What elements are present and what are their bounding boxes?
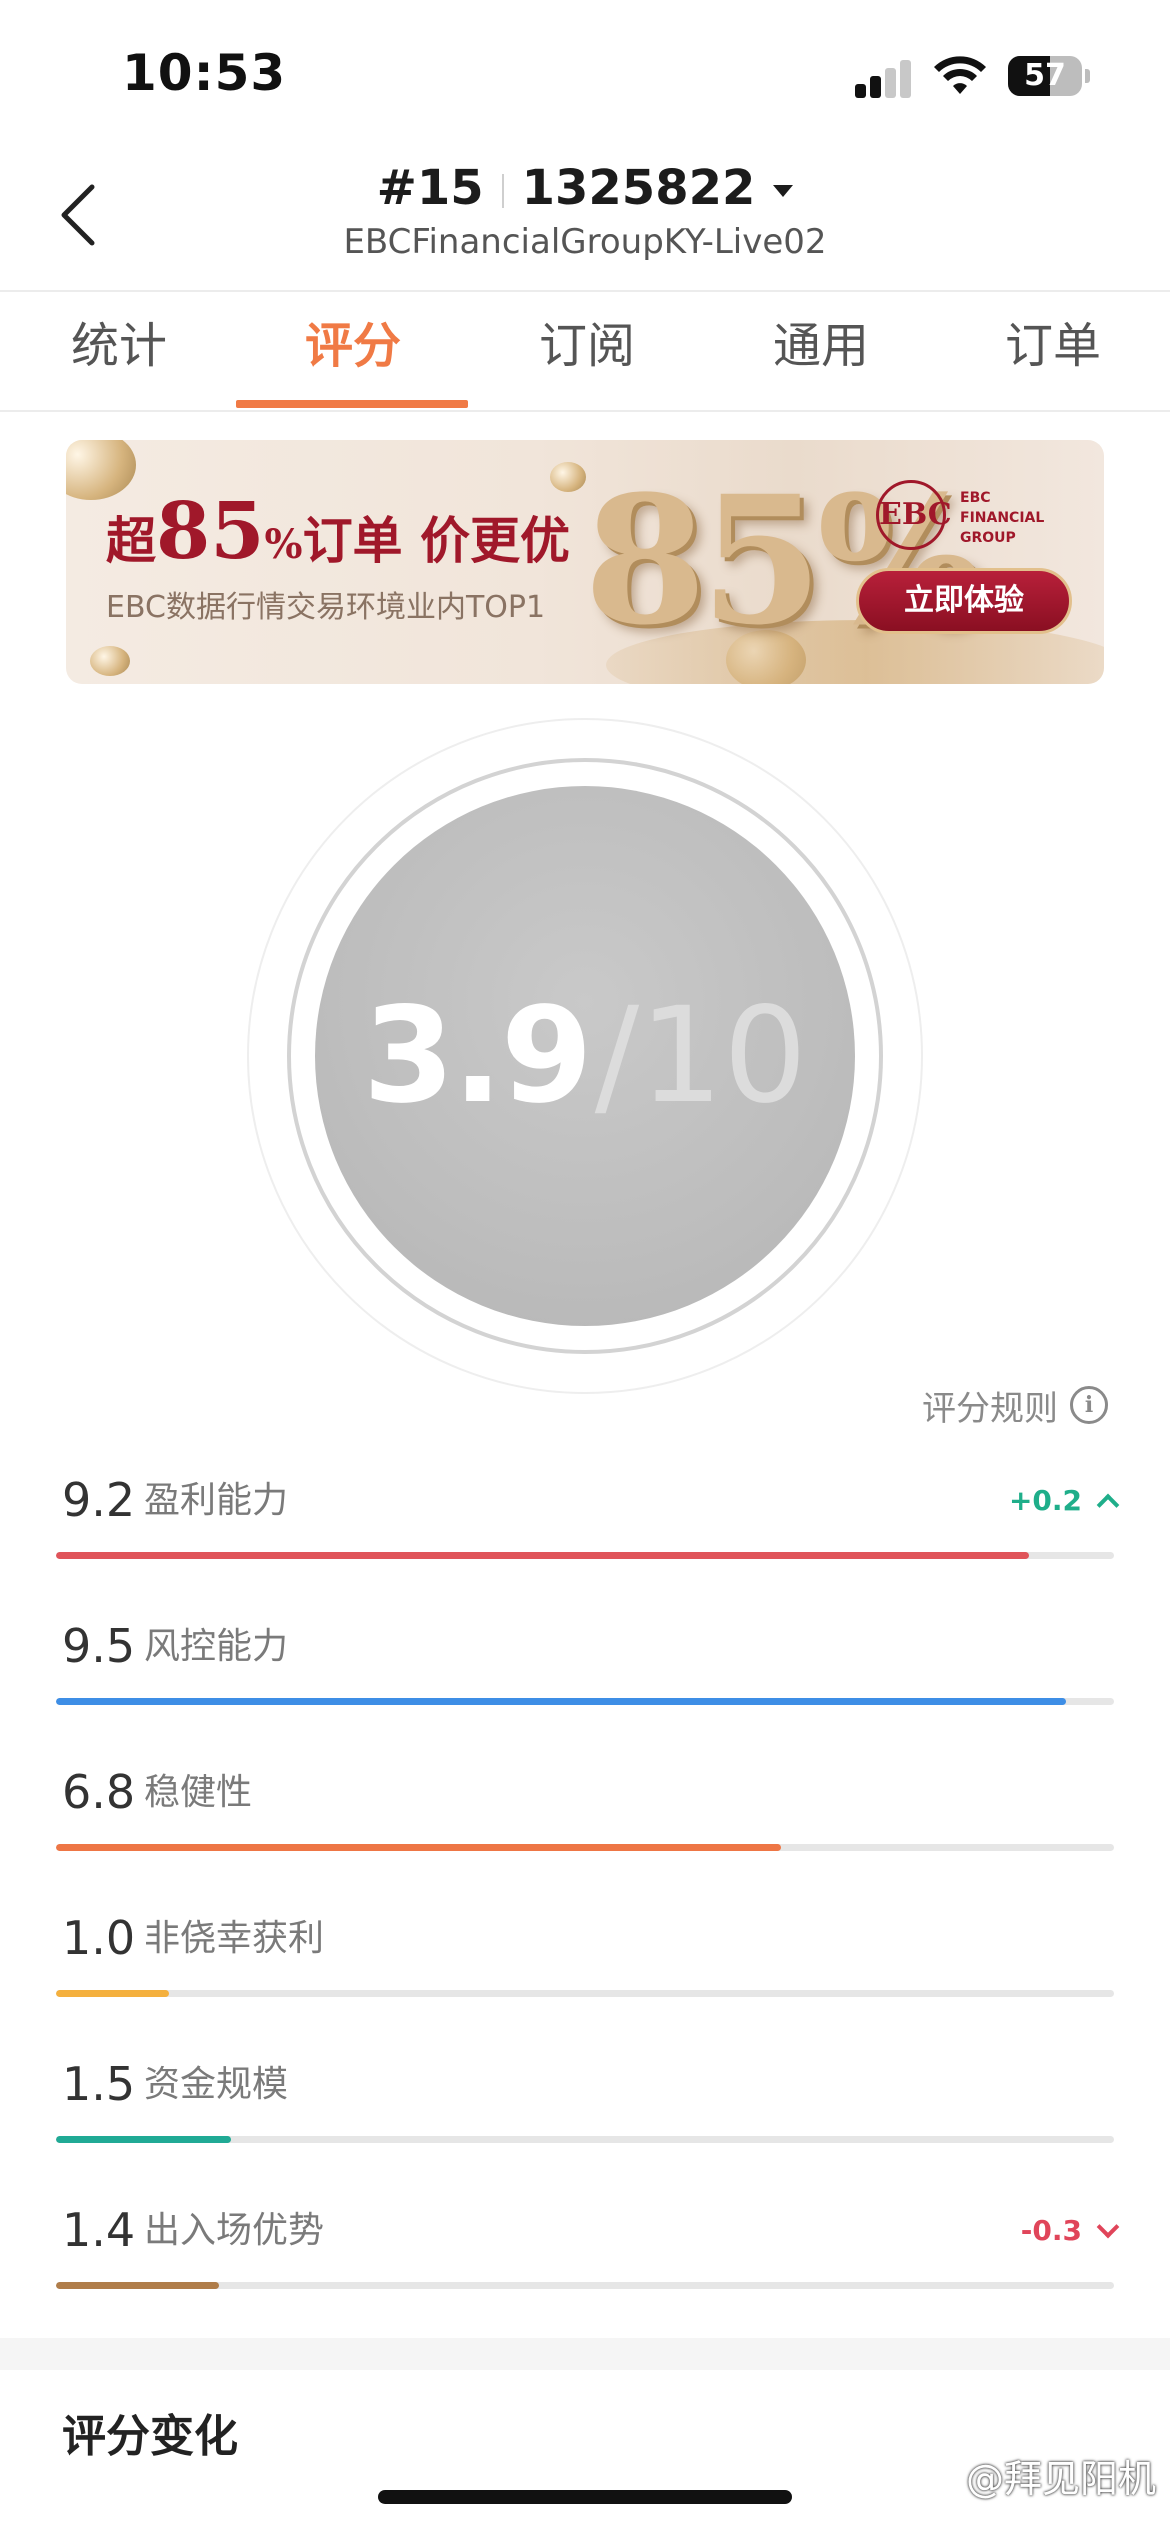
status-bar: 10:53 57 — [0, 0, 1170, 150]
metric-row: 9.2 盈利能力 +0.2 — [56, 1470, 1120, 1590]
total-score: 3.9 — [362, 979, 593, 1133]
info-icon: i — [1070, 1386, 1108, 1424]
score-rules-link[interactable]: 评分规则 i — [922, 1380, 1108, 1430]
home-indicator — [378, 2490, 792, 2504]
score-gauge: 3.9/10 — [247, 718, 923, 1394]
metric-progress-track — [56, 2282, 1114, 2289]
tab-statistics[interactable]: 统计 — [2, 292, 236, 410]
chevron-up-icon — [1096, 1493, 1120, 1517]
section-gap — [0, 2338, 1170, 2370]
metric-progress-fill — [56, 1552, 1030, 1559]
coin-decoration — [90, 646, 130, 676]
tab-subscribe[interactable]: 订阅 — [470, 292, 704, 410]
metric-progress-track — [56, 1844, 1114, 1851]
metric-progress-fill — [56, 2282, 219, 2289]
account-selector[interactable]: #15 1325822 — [0, 160, 1170, 216]
metric-progress-fill — [56, 2136, 231, 2143]
metric-change: -0.3 — [1020, 2206, 1120, 2256]
cellular-signal-icon — [855, 58, 915, 98]
metric-progress-fill — [56, 1698, 1067, 1705]
metric-progress-track — [56, 1990, 1114, 1997]
metric-change-value: -0.3 — [1020, 2214, 1082, 2247]
banner-subtitle: EBC数据行情交易环境业内TOP1 — [106, 590, 546, 625]
metric-progress-track — [56, 1698, 1114, 1705]
score-rules-label: 评分规则 — [922, 1388, 1058, 1429]
metric-label: 稳健性 — [144, 1772, 253, 1813]
tab-score[interactable]: 评分 — [236, 292, 470, 410]
server-name: EBCFinancialGroupKY-Live02 — [343, 222, 827, 262]
metric-row: 1.5 资金规模 — [56, 2054, 1116, 2174]
metric-change-value: +0.2 — [1008, 1484, 1082, 1517]
caret-down-icon — [773, 185, 794, 197]
watermark: @拜见阳机 — [965, 2457, 1156, 2501]
metric-value: 9.2 — [62, 1473, 136, 1527]
account-rank: #15 — [376, 160, 484, 216]
chevron-down-icon — [1096, 2215, 1120, 2239]
metric-label: 盈利能力 — [144, 1480, 289, 1521]
metric-value: 1.4 — [62, 2203, 136, 2257]
wifi-icon — [934, 56, 986, 94]
score-history-title: 评分变化 — [62, 2411, 238, 2462]
metric-progress-track — [56, 1552, 1114, 1559]
tab-general[interactable]: 通用 — [704, 292, 938, 410]
ebc-logo: EBC EBC FINANCIAL GROUP — [876, 480, 1076, 560]
metric-value: 1.5 — [62, 2057, 136, 2111]
page-header: #15 1325822 EBCFinancialGroupKY-Live02 — [0, 150, 1170, 290]
account-number: 1325822 — [521, 160, 756, 216]
metric-row: 1.4 出入场优势 -0.3 — [56, 2200, 1120, 2320]
battery-icon: 57 — [1008, 56, 1090, 96]
metric-row: 6.8 稳健性 — [56, 1762, 1116, 1882]
metric-progress-track — [56, 2136, 1114, 2143]
banner-headline: 超85%订单 价更优 — [106, 486, 570, 577]
metric-label: 非侥幸获利 — [144, 1918, 325, 1959]
status-time: 10:53 — [122, 44, 287, 102]
promo-banner[interactable]: 85% 超85%订单 价更优 EBC数据行情交易环境业内TOP1 EBC EBC… — [66, 440, 1104, 684]
metric-label: 资金规模 — [144, 2064, 289, 2105]
tabs-divider — [0, 410, 1170, 412]
metric-value: 1.0 — [62, 1911, 136, 1965]
try-now-button[interactable]: 立即体验 — [856, 568, 1072, 634]
metric-progress-fill — [56, 1844, 781, 1851]
metric-value: 6.8 — [62, 1765, 136, 1819]
metric-row: 9.5 风控能力 — [56, 1616, 1116, 1736]
metric-label: 风控能力 — [144, 1626, 289, 1667]
metric-change: +0.2 — [1008, 1476, 1120, 1526]
tab-bar: 统计 评分 订阅 通用 订单 — [0, 292, 1170, 410]
metric-progress-fill — [56, 1990, 170, 1997]
max-score: 10 — [639, 979, 808, 1133]
metric-row: 1.0 非侥幸获利 — [56, 1908, 1116, 2028]
active-tab-indicator — [236, 400, 468, 408]
metric-label: 出入场优势 — [144, 2210, 325, 2251]
tab-orders[interactable]: 订单 — [936, 292, 1170, 410]
battery-percentage: 57 — [1024, 58, 1066, 93]
metric-value: 9.5 — [62, 1619, 136, 1673]
